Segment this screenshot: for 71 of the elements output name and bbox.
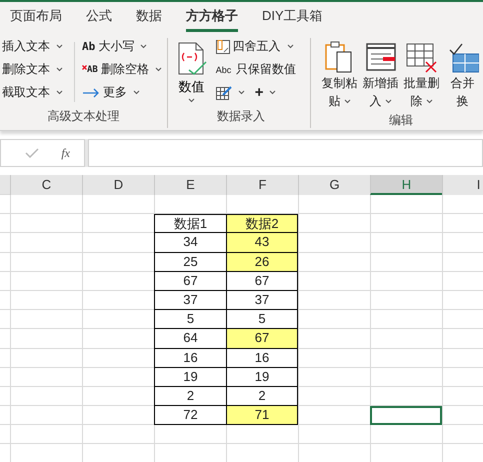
ribbon-button[interactable]: 删除文本	[2, 59, 74, 80]
table-cell[interactable]: 5	[226, 310, 298, 330]
check-icon[interactable]	[25, 148, 40, 158]
caret-icon	[140, 44, 148, 49]
column-header[interactable]: E	[154, 175, 226, 195]
table-cell[interactable]: 43	[226, 233, 298, 253]
number-button[interactable]: 数值	[172, 36, 212, 108]
caret-icon	[188, 98, 196, 103]
ribbon-button[interactable]: 新增插 入	[360, 36, 402, 112]
caret-icon	[286, 44, 294, 49]
table-cell[interactable]: 72	[154, 406, 226, 426]
ribbon-tab[interactable]: 页面布局	[10, 2, 62, 32]
ribbon-tab[interactable]: DIY工具箱	[262, 2, 323, 32]
column-header[interactable]: I	[442, 175, 483, 195]
table-cell[interactable]: 34	[154, 233, 226, 253]
table-cell[interactable]: 数据1	[154, 214, 226, 234]
table-cell[interactable]: 37	[154, 290, 226, 310]
document-check-icon	[176, 42, 208, 76]
column-header[interactable]: C	[10, 175, 82, 195]
ribbon-button[interactable]: 复制粘 贴	[319, 36, 360, 112]
table-cell[interactable]: 2	[226, 386, 298, 406]
group-label: 高级文本处理	[46, 108, 120, 125]
table-cell[interactable]: 数据2	[226, 214, 298, 234]
ribbon-tab[interactable]: 数据	[136, 2, 162, 32]
caret-icon	[56, 90, 63, 95]
caret-icon	[238, 90, 245, 95]
table-cell[interactable]: 67	[226, 272, 298, 291]
caret-icon	[269, 90, 276, 95]
table-cell[interactable]: 26	[226, 252, 298, 272]
table-icon	[216, 40, 230, 54]
caret-icon	[426, 99, 433, 104]
grid-pencil-icon	[216, 85, 232, 100]
keep-values-button[interactable]: Abc 只保留数值	[216, 59, 298, 80]
table-cell[interactable]: 16	[226, 348, 298, 368]
add-button[interactable]: +	[254, 82, 278, 103]
cross-icon	[82, 64, 87, 70]
table-cell[interactable]: 19	[226, 368, 298, 387]
ribbon-button[interactable]: Ab 大小写	[82, 36, 164, 57]
caret-icon	[56, 44, 63, 49]
table-cell[interactable]: 67	[154, 272, 226, 291]
caret-icon	[133, 90, 140, 95]
ribbon-button[interactable]: 更多	[82, 82, 164, 103]
arrow-icon	[82, 88, 100, 98]
table-cell[interactable]: 25	[154, 252, 226, 272]
table-cell[interactable]: 67	[226, 329, 298, 348]
table-cell[interactable]: 64	[154, 329, 226, 348]
table-cell[interactable]: 16	[154, 348, 226, 368]
group-label: 数据录入	[216, 108, 266, 125]
table-cell[interactable]: 5	[154, 310, 226, 330]
ribbon-button[interactable]: 批量删 除	[401, 36, 442, 112]
table-cell[interactable]: 37	[226, 290, 298, 310]
column-header[interactable]: H	[370, 175, 442, 195]
sheet-cell[interactable]	[370, 406, 442, 426]
table-cell[interactable]: 19	[154, 368, 226, 387]
formula-input[interactable]	[88, 139, 483, 167]
caret-icon	[384, 99, 392, 104]
function-button[interactable]: fx	[61, 146, 70, 160]
caret-icon	[56, 67, 63, 72]
ribbon-button[interactable]: 截取文本	[2, 82, 74, 103]
column-header[interactable]: D	[82, 175, 154, 195]
table-cell[interactable]: 2	[154, 386, 226, 406]
caret-icon	[344, 99, 351, 104]
ribbon-tab[interactable]: 公式	[86, 2, 112, 32]
caret-icon	[154, 67, 162, 72]
table-cell[interactable]: 71	[226, 406, 298, 426]
ribbon-button[interactable]: 合并 换	[442, 36, 483, 112]
group-label: 编辑	[388, 112, 414, 129]
column-header[interactable]: F	[226, 175, 298, 195]
ribbon-button[interactable]: AB 删除空格	[82, 59, 164, 80]
ribbon-button[interactable]: 插入文本	[2, 36, 74, 57]
round-button[interactable]: 四舍五入	[216, 36, 298, 57]
